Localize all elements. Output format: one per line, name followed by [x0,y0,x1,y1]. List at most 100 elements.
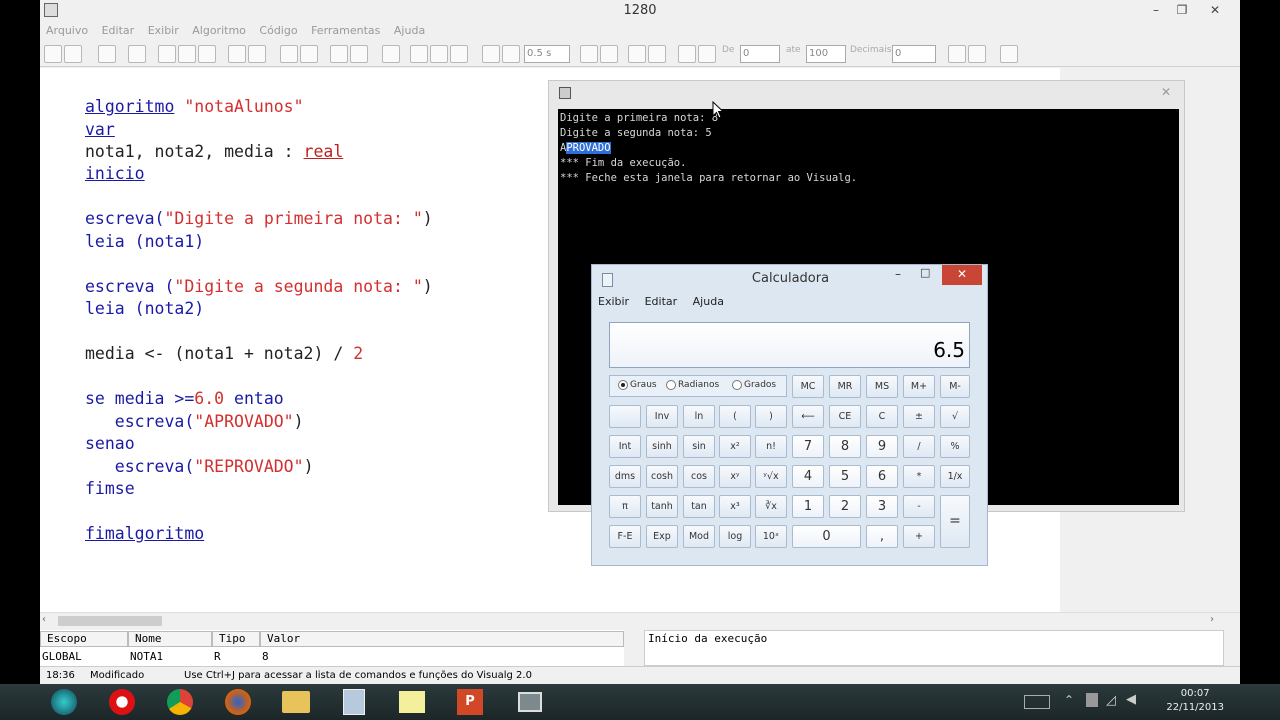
close-icon[interactable]: ✕ [1200,2,1230,18]
chrome-icon[interactable] [162,687,198,717]
tools-icon[interactable] [968,45,986,63]
btn-reciprocal[interactable]: 1/x [940,465,970,488]
btn-9[interactable]: 9 [866,435,898,458]
cut-icon[interactable] [158,45,176,63]
btn-dms[interactable]: dms [609,465,641,488]
col-tipo[interactable]: Tipo [212,631,260,647]
radio-grados[interactable]: Grados [732,380,776,390]
tray-arrow-icon[interactable]: ⌃ [1064,693,1074,707]
btn-2[interactable]: 2 [829,495,861,518]
btn-mplus[interactable]: M+ [903,375,935,398]
btn-percent[interactable]: % [940,435,970,458]
btn-cuberoot[interactable]: ∛x [755,495,787,518]
btn-mminus[interactable]: M- [940,375,970,398]
decimais-input[interactable]: 0 [892,45,936,63]
restore-icon[interactable]: ❐ [1172,2,1192,18]
ate-input[interactable]: 100 [806,45,846,63]
stop-icon[interactable] [450,45,468,63]
calculator-taskbar-icon[interactable] [336,687,372,717]
console-close-icon[interactable]: ✕ [1152,83,1180,101]
search-icon[interactable] [698,45,716,63]
btn-7[interactable]: 7 [792,435,824,458]
firefox-icon[interactable] [220,687,256,717]
btn-1[interactable]: 1 [792,495,824,518]
btn-tanh[interactable]: tanh [646,495,678,518]
btn-inv[interactable]: Inv [646,405,678,428]
undo-icon[interactable] [280,45,298,63]
btn-decimal[interactable]: , [866,525,898,548]
btn-ce[interactable]: CE [829,405,861,428]
col-valor[interactable]: Valor [260,631,624,647]
run-icon[interactable] [382,45,400,63]
zoom-icon[interactable] [948,45,966,63]
keyboard-icon[interactable] [1024,695,1050,709]
btn-tan[interactable]: tan [683,495,715,518]
calc-menu-editar[interactable]: Editar [645,295,678,308]
new-file-icon[interactable] [44,45,62,63]
timed-run-icon[interactable] [430,45,448,63]
btn-fe[interactable]: F-E [609,525,641,548]
calc-menu-ajuda[interactable]: Ajuda [693,295,724,308]
btn-lparen[interactable]: ( [719,405,751,428]
hand-icon[interactable] [628,45,646,63]
btn-exp[interactable]: Exp [646,525,678,548]
btn-pow10[interactable]: 10ˣ [755,525,787,548]
calc-minimize-icon[interactable]: – [895,267,901,281]
btn-ln[interactable]: ln [683,405,715,428]
de-input[interactable]: 0 [740,45,780,63]
horizontal-scrollbar[interactable]: ‹ › [40,612,1240,628]
clock[interactable]: 00:07 22/11/2013 [1166,687,1224,715]
menu-algoritmo[interactable]: Algoritmo [192,22,246,40]
speed-select[interactable]: 0.5 s [524,45,570,63]
btn-mc[interactable]: MC [792,375,824,398]
btn-yroot[interactable]: ʸ√x [755,465,787,488]
redo-icon[interactable] [300,45,318,63]
powerpoint-icon[interactable]: P [452,687,488,717]
btn-ms[interactable]: MS [866,375,898,398]
help-icon[interactable] [1000,45,1018,63]
menu-ferramentas[interactable]: Ferramentas [311,22,380,40]
btn-sinh[interactable]: sinh [646,435,678,458]
btn-int[interactable]: Int [609,435,641,458]
menu-arquivo[interactable]: Arquivo [46,22,88,40]
sticky-notes-icon[interactable] [394,687,430,717]
minimize-icon[interactable]: – [1146,2,1166,18]
btn-rparen[interactable]: ) [755,405,787,428]
step-icon[interactable] [410,45,428,63]
random-icon[interactable] [648,45,666,63]
print-icon[interactable] [128,45,146,63]
radio-radianos[interactable]: Radianos [666,380,719,390]
calc-maximize-icon[interactable]: □ [920,266,930,279]
btn-8[interactable]: 8 [829,435,861,458]
menu-editar[interactable]: Editar [102,22,135,40]
btn-0[interactable]: 0 [792,525,861,548]
visualg-taskbar-icon[interactable] [512,687,548,717]
scroll-right-icon[interactable]: › [1210,614,1214,625]
btn-backspace[interactable]: ⟵ [792,405,824,428]
menu-exibir[interactable]: Exibir [148,22,179,40]
menu-codigo[interactable]: Código [259,22,297,40]
col-nome[interactable]: Nome [128,631,212,647]
btn-mr[interactable]: MR [829,375,861,398]
trace-icon[interactable] [580,45,598,63]
btn-equals[interactable]: = [940,495,970,548]
scroll-thumb[interactable] [58,616,162,626]
btn-sin[interactable]: sin [683,435,715,458]
console-icon[interactable] [678,45,696,63]
network-icon[interactable]: ◿ [1106,693,1116,708]
btn-cube[interactable]: x³ [719,495,751,518]
btn-square[interactable]: x² [719,435,751,458]
copy-icon[interactable] [178,45,196,63]
btn-plusminus[interactable]: ± [903,405,935,428]
start-button-icon[interactable] [46,687,82,717]
breakpoint-icon[interactable] [482,45,500,63]
timer-icon[interactable] [502,45,520,63]
btn-pi[interactable]: π [609,495,641,518]
col-escopo[interactable]: Escopo [40,631,128,647]
btn-subtract[interactable]: - [903,495,935,518]
btn-multiply[interactable]: * [903,465,935,488]
replace-icon[interactable] [350,45,368,63]
btn-power[interactable]: xʸ [719,465,751,488]
btn-3[interactable]: 3 [866,495,898,518]
open-file-icon[interactable] [64,45,82,63]
